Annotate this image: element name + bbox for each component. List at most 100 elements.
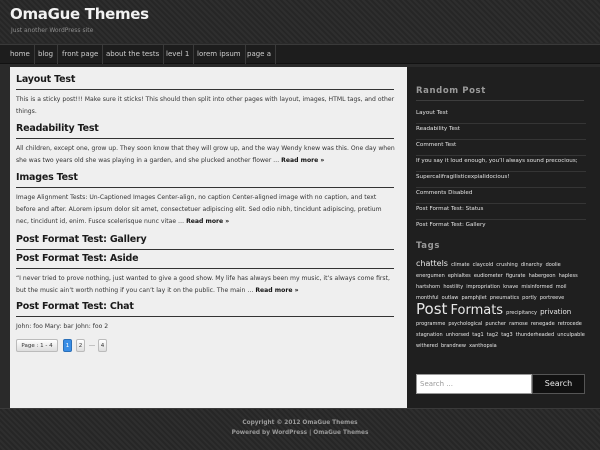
tag-link[interactable]: unhorsed (446, 332, 469, 338)
tag-link[interactable]: doolie (546, 262, 561, 268)
post-excerpt-text: “I never tried to prove nothing, just wa… (16, 275, 390, 294)
post-divider (16, 187, 394, 188)
tag-link[interactable]: hartshorn (416, 284, 440, 290)
tag-cloud: chattels climate claycold crushing dinar… (416, 258, 588, 352)
tag-link[interactable]: unculpable (557, 332, 585, 338)
random-post-link[interactable]: Readability Test (416, 124, 586, 140)
post-excerpt: All children, except one, grow up. They … (16, 143, 396, 167)
tag-link[interactable]: Formats (450, 303, 503, 318)
pagination-page-1[interactable]: 1 (63, 339, 72, 352)
nav-item-level-1[interactable]: level 1 (162, 45, 195, 64)
post-title-chat[interactable]: Post Format Test: Chat (16, 301, 134, 312)
tag-link[interactable]: crushing (496, 262, 517, 268)
tag-link[interactable]: habergeon (529, 273, 556, 279)
tag-link[interactable]: privation (540, 308, 571, 316)
post-excerpt: This is a sticky post!!! Make sure it st… (16, 94, 396, 118)
tag-link[interactable]: hapless (559, 273, 578, 279)
post-excerpt: “I never tried to prove nothing, just wa… (16, 273, 396, 297)
post-title-layout-test[interactable]: Layout Test (16, 74, 75, 85)
random-post-link[interactable]: Comments Disabled (416, 188, 586, 204)
tag-link[interactable]: xanthopsia (469, 343, 497, 349)
tag-link[interactable]: ephialtes (448, 273, 471, 279)
tag-link[interactable]: figurate (506, 273, 526, 279)
tag-link[interactable]: ramose (509, 321, 528, 327)
post-divider (16, 316, 394, 317)
main-nav: home blog front page about the tests lev… (0, 44, 600, 64)
tag-link[interactable]: moil (556, 284, 567, 290)
random-post-link[interactable]: Post Format Test: Gallery (416, 220, 586, 236)
tag-link[interactable]: tag1 (472, 332, 483, 338)
post-excerpt: Image Alignment Tests: Un-Captioned Imag… (16, 192, 396, 228)
read-more-link[interactable]: Read more » (255, 287, 298, 294)
footer-powered-by[interactable]: Powered by WordPress | OmaGue Themes (0, 430, 600, 436)
tag-link[interactable]: brandnew (441, 343, 466, 349)
tag-link[interactable]: pamphjlet (461, 295, 486, 301)
tag-link[interactable]: puncher (485, 321, 506, 327)
tag-link[interactable]: thunderheaded (516, 332, 554, 338)
random-post-link[interactable]: Supercalifragilisticexpialidocious! (416, 172, 586, 188)
tag-link[interactable]: claycold (473, 262, 494, 268)
post-excerpt: John: foo Mary: bar John: foo 2 (16, 321, 396, 333)
post-divider (16, 138, 394, 139)
tag-link[interactable]: portly (522, 295, 537, 301)
footer-copyright: Copyright © 2012 OmaGue Themes (242, 420, 358, 426)
tag-link[interactable]: tag3 (501, 332, 512, 338)
site-footer: Copyright © 2012 OmaGue Themes Powered b… (0, 408, 600, 450)
site-header: OmaGue Themes Just another WordPress sit… (0, 0, 600, 43)
tag-link[interactable]: programme (416, 321, 445, 327)
tag-link[interactable]: portreeve (540, 295, 564, 301)
tag-link[interactable]: renegade (531, 321, 555, 327)
nav-item-lorem-ipsum[interactable]: lorem ipsum (193, 45, 246, 64)
widget-divider (416, 100, 584, 101)
post-divider (16, 249, 394, 250)
tag-link[interactable]: eudiometer (474, 273, 503, 279)
tag-link[interactable]: chattels (416, 259, 448, 268)
random-post-link[interactable]: Post Format Test: Status (416, 204, 586, 220)
tag-link[interactable]: stagnation (416, 332, 443, 338)
post-divider (16, 89, 394, 90)
site-tagline: Just another WordPress site (11, 27, 94, 34)
tag-link[interactable]: misinformed (521, 284, 552, 290)
random-post-link[interactable]: If you say it loud enough, you’ll always… (416, 156, 586, 172)
tag-link[interactable]: climate (451, 262, 470, 268)
tag-link[interactable]: Post (416, 300, 447, 318)
post-title-gallery[interactable]: Post Format Test: Gallery (16, 234, 147, 245)
search-input[interactable]: Search ... (416, 374, 532, 394)
tag-link[interactable]: retrocede (558, 321, 582, 327)
nav-item-blog[interactable]: blog (34, 45, 59, 64)
post-excerpt-text: This is a sticky post!!! Make sure it st… (16, 96, 395, 115)
main-content: Layout Test This is a sticky post!!! Mak… (10, 67, 407, 408)
sidebar: Random Post Layout Test Readability Test… (407, 67, 600, 408)
nav-item-about-the-tests[interactable]: about the tests (102, 45, 165, 64)
post-excerpt-text: All children, except one, grow up. They … (16, 145, 395, 164)
read-more-link[interactable]: Read more » (281, 157, 324, 164)
tag-link[interactable]: energumen (416, 273, 445, 279)
pagination-label: Page : 1 - 4 (16, 339, 58, 352)
tag-link[interactable]: dinarchy (521, 262, 543, 268)
tag-link[interactable]: psychological (448, 321, 482, 327)
tag-link[interactable]: hostility (443, 284, 463, 290)
pagination-page-2[interactable]: 2 (76, 339, 85, 352)
tag-link[interactable]: precipitancy (506, 310, 537, 316)
post-excerpt-text: John: foo Mary: bar John: foo 2 (16, 323, 109, 330)
tag-link[interactable]: tag2 (487, 332, 498, 338)
search-button[interactable]: Search (532, 374, 585, 394)
nav-item-front-page[interactable]: front page (58, 45, 104, 64)
read-more-link[interactable]: Read more » (186, 218, 229, 225)
tag-link[interactable]: pneumatics (490, 295, 519, 301)
nav-item-page-a[interactable]: page a (243, 45, 276, 64)
widget-title-random-post: Random Post (416, 86, 486, 96)
nav-item-home[interactable]: home (6, 45, 35, 64)
tag-link[interactable]: knave (503, 284, 518, 290)
pagination-page-4[interactable]: 4 (98, 339, 107, 352)
tag-link[interactable]: withered (416, 343, 438, 349)
random-post-link[interactable]: Comment Test (416, 140, 586, 156)
site-title[interactable]: OmaGue Themes (10, 5, 149, 23)
random-post-link[interactable]: Layout Test (416, 108, 586, 124)
post-title-readability-test[interactable]: Readability Test (16, 123, 99, 134)
post-divider (16, 268, 394, 269)
tag-link[interactable]: impropriation (466, 284, 500, 290)
post-title-aside[interactable]: Post Format Test: Aside (16, 253, 139, 264)
post-title-images-test[interactable]: Images Test (16, 172, 78, 183)
widget-title-tags: Tags (416, 241, 440, 251)
